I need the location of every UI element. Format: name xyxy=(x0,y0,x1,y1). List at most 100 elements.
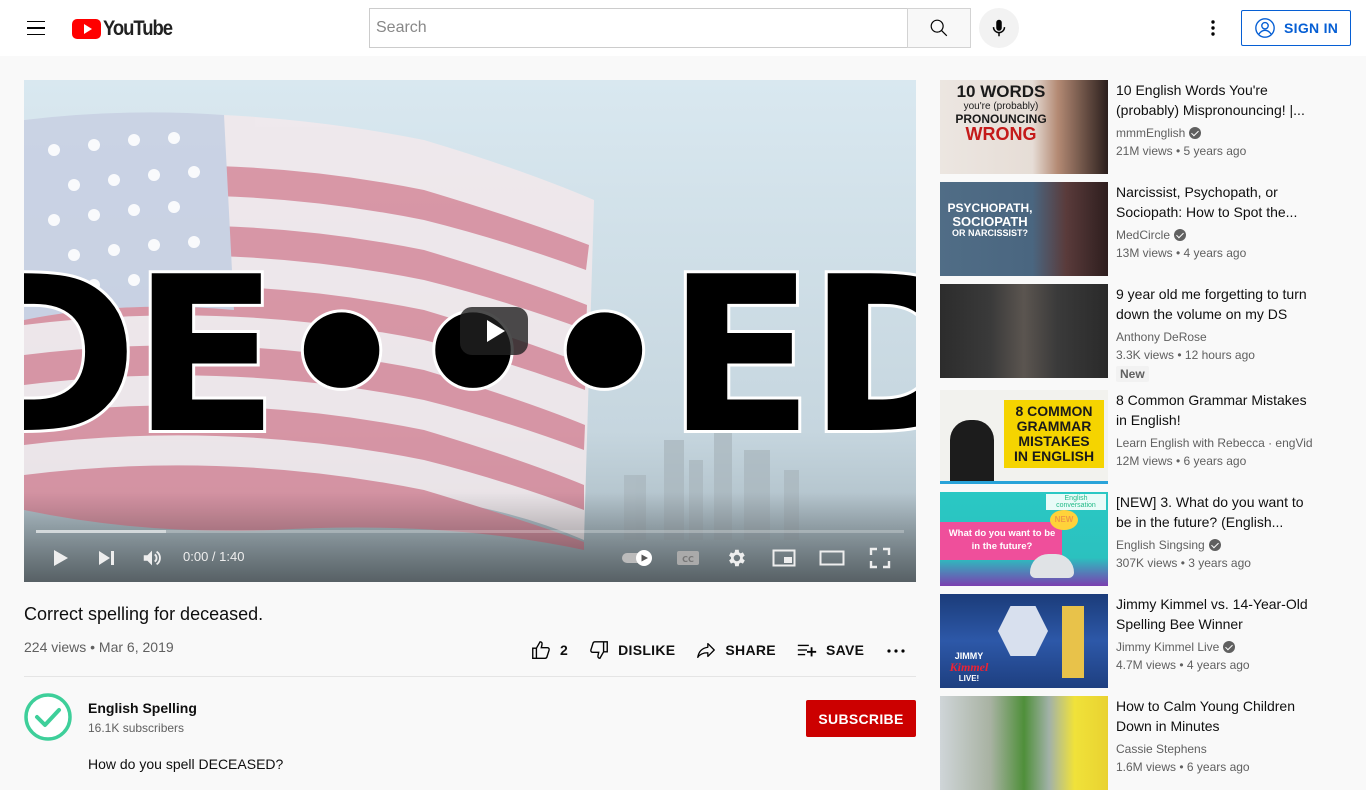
search-icon xyxy=(930,19,948,37)
progress-bar[interactable] xyxy=(36,530,904,533)
thumb-text: PSYCHOPATH, xyxy=(947,201,1033,215)
miniplayer-icon xyxy=(772,549,796,567)
related-video[interactable]: How to Calm Young Children Down in Minut… xyxy=(940,696,1350,790)
closed-captions-icon: CC xyxy=(677,551,699,565)
search-button[interactable] xyxy=(907,8,971,48)
video-player[interactable]: DE•••ED 0:00 / 1:40 CC xyxy=(24,80,916,582)
thumb-text: 10 WORDS xyxy=(956,82,1046,101)
hamburger-icon xyxy=(27,20,45,23)
related-channel-row: Jimmy Kimmel Live xyxy=(1116,638,1316,656)
thumb-new-badge: NEW xyxy=(1050,510,1078,530)
thumb-hexagon xyxy=(998,606,1048,656)
sign-in-button[interactable]: SIGN IN xyxy=(1241,10,1351,46)
video-thumbnail: JIMMY Kimmel LIVE! xyxy=(940,594,1108,688)
related-video-title[interactable]: 10 English Words You're (probably) Mispr… xyxy=(1116,80,1316,120)
save-button[interactable]: SAVE xyxy=(796,639,864,661)
channel-name[interactable]: English Spelling xyxy=(88,700,197,716)
buffered-bar xyxy=(36,530,167,533)
hamburger-icon-line xyxy=(27,33,45,36)
large-play-button[interactable] xyxy=(460,307,528,355)
subtitles-button[interactable]: CC xyxy=(672,542,704,574)
share-button[interactable]: SHARE xyxy=(695,639,776,661)
related-channel-row: Learn English with Rebecca · engVid xyxy=(1116,434,1316,452)
related-channel-name[interactable]: English Singsing xyxy=(1116,536,1205,554)
voice-search-button[interactable] xyxy=(979,8,1019,48)
related-channel-name[interactable]: Anthony DeRose xyxy=(1116,328,1207,346)
related-channel-name[interactable]: Jimmy Kimmel Live xyxy=(1116,638,1219,656)
fullscreen-button[interactable] xyxy=(864,542,896,574)
related-video-title[interactable]: Narcissist, Psychopath, or Sociopath: Ho… xyxy=(1116,182,1316,222)
related-channel-name[interactable]: Learn English with Rebecca · engVid xyxy=(1116,434,1313,452)
related-video-title[interactable]: Jimmy Kimmel vs. 14-Year-Old Spelling Be… xyxy=(1116,594,1316,634)
fullscreen-icon xyxy=(869,547,891,569)
checkmark-avatar-icon xyxy=(24,693,72,741)
more-actions-button[interactable] xyxy=(884,638,908,662)
related-video-stats: 3.3K views • 12 hours ago xyxy=(1116,348,1255,362)
video-thumbnail xyxy=(940,696,1108,790)
thumb-person xyxy=(950,420,994,484)
masthead: YouTube SIGN IN xyxy=(0,0,1366,56)
related-video[interactable]: 9 year old me forgetting to turn down th… xyxy=(940,284,1350,382)
thumbs-down-icon xyxy=(590,641,609,659)
search-input[interactable] xyxy=(376,19,902,37)
divider xyxy=(24,676,916,677)
related-video-stats: 12M views • 6 years ago xyxy=(1116,454,1247,468)
more-horizontal-icon xyxy=(887,649,905,653)
related-video-title[interactable]: 9 year old me forgetting to turn down th… xyxy=(1116,284,1316,324)
thumb-tag: English conversation xyxy=(1046,494,1106,510)
related-channel-name[interactable]: Cassie Stephens xyxy=(1116,740,1207,758)
related-channel-row: Anthony DeRose xyxy=(1116,328,1316,346)
related-video-text: 9 year old me forgetting to turn down th… xyxy=(1116,284,1316,383)
mute-button[interactable] xyxy=(136,542,168,574)
related-video-title[interactable]: How to Calm Young Children Down in Minut… xyxy=(1116,696,1316,736)
youtube-logo[interactable]: YouTube xyxy=(72,17,181,41)
thumbnail-big-text: DE•••ED xyxy=(24,230,916,481)
related-video-text: How to Calm Young Children Down in Minut… xyxy=(1116,696,1316,776)
thumb-text: in the future? xyxy=(971,541,1033,552)
channel-avatar[interactable] xyxy=(24,693,72,741)
video-meta: 224 views • Mar 6, 2019 xyxy=(24,639,174,655)
autoplay-toggle[interactable] xyxy=(618,542,658,574)
related-channel-name[interactable]: mmmEnglish xyxy=(1116,124,1185,142)
related-video-stats: 307K views • 3 years ago xyxy=(1116,556,1251,570)
related-channel-row: Cassie Stephens xyxy=(1116,740,1316,758)
miniplayer-button[interactable] xyxy=(768,542,800,574)
account-icon xyxy=(1255,18,1275,38)
settings-more-button[interactable] xyxy=(1197,12,1229,44)
related-channel-name[interactable]: MedCircle xyxy=(1116,226,1170,244)
thumb-text: What do you want to be xyxy=(948,528,1056,539)
video-thumbnail: What do you want to be in the future? En… xyxy=(940,492,1108,586)
verified-icon xyxy=(1223,641,1236,653)
thumb-text: OR NARCISSIST? xyxy=(951,228,1028,238)
new-badge: New xyxy=(1116,366,1149,382)
related-video-text: Narcissist, Psychopath, or Sociopath: Ho… xyxy=(1116,182,1316,262)
guide-menu-button[interactable] xyxy=(20,12,52,44)
play-button[interactable] xyxy=(44,542,76,574)
related-video-title[interactable]: [NEW] 3. What do you want to be in the f… xyxy=(1116,492,1316,532)
related-video-stats: 1.6M views • 6 years ago xyxy=(1116,760,1250,774)
settings-button[interactable] xyxy=(720,542,752,574)
thumb-text: WRONG xyxy=(965,124,1037,144)
playlist-add-icon xyxy=(797,644,817,657)
theater-mode-button[interactable] xyxy=(816,542,848,574)
subscribe-button[interactable]: SUBSCRIBE xyxy=(806,700,916,737)
like-count: 2 xyxy=(560,642,569,658)
subscriber-count: 16.1K subscribers xyxy=(88,721,185,735)
related-video[interactable]: 8 COMMON GRAMMAR MISTAKES IN ENGLISH 8 C… xyxy=(940,390,1350,484)
thumb-bottom-bar xyxy=(940,481,1108,484)
like-button[interactable]: 2 xyxy=(530,639,568,661)
sign-in-label: SIGN IN xyxy=(1284,20,1339,36)
related-video[interactable]: 10 WORDS you're (probably) PRONOUNCING W… xyxy=(940,80,1350,174)
related-video[interactable]: JIMMY Kimmel LIVE! Jimmy Kimmel vs. 14-Y… xyxy=(940,594,1350,688)
related-video-text: [NEW] 3. What do you want to be in the f… xyxy=(1116,492,1316,572)
related-video-title[interactable]: 8 Common Grammar Mistakes in English! xyxy=(1116,390,1316,430)
related-video[interactable]: PSYCHOPATH, SOCIOPATH OR NARCISSIST? Nar… xyxy=(940,182,1350,276)
related-video-stats: 13M views • 4 years ago xyxy=(1116,246,1247,260)
verified-icon xyxy=(1189,127,1202,139)
share-icon xyxy=(697,642,716,658)
related-channel-row: mmmEnglish xyxy=(1116,124,1316,142)
next-button[interactable] xyxy=(90,542,122,574)
related-video[interactable]: What do you want to be in the future? En… xyxy=(940,492,1350,586)
related-video-text: Jimmy Kimmel vs. 14-Year-Old Spelling Be… xyxy=(1116,594,1316,674)
dislike-button[interactable]: DISLIKE xyxy=(588,639,675,661)
